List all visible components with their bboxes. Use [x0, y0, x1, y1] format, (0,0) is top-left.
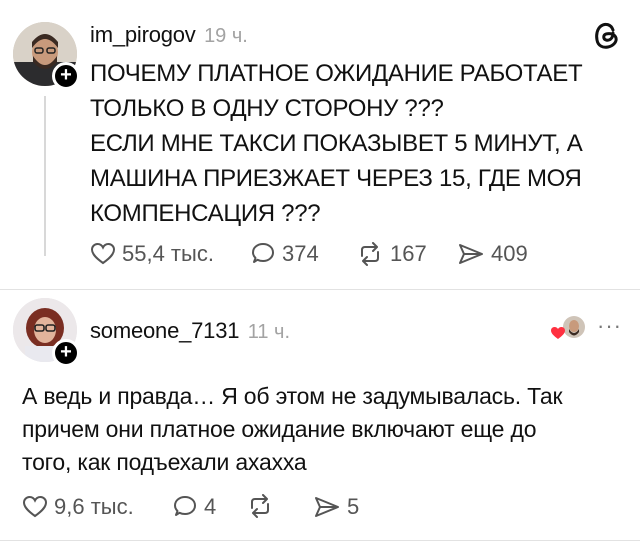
- post-text-line: ПОЧЕМУ ПЛАТНОЕ ОЖИДАНИЕ РАБОТАЕТ: [90, 60, 583, 87]
- post-shares-count: 409: [491, 241, 528, 266]
- post-comments-count: 374: [282, 241, 319, 266]
- post-divider: [0, 289, 640, 290]
- reply-divider: [0, 540, 640, 541]
- reply-comment-button[interactable]: 4: [172, 494, 216, 520]
- repost-icon: [361, 242, 379, 266]
- post-likes-count: 55,4 тыс.: [122, 241, 214, 266]
- post-text: ПОЧЕМУ ПЛАТНОЕ ОЖИДАНИЕ РАБОТАЕТ ТОЛЬКО …: [90, 56, 620, 231]
- post-username[interactable]: im_pirogov: [90, 22, 196, 47]
- reply-shares-count: 5: [347, 494, 360, 519]
- post-text-line: ТОЛЬКО В ОДНУ СТОРОНУ ???: [90, 95, 444, 122]
- post-text-line: ЕСЛИ МНЕ ТАКСИ ПОКАЗЫВЕТ 5 МИНУТ, А: [90, 130, 583, 157]
- reply-comments-count: 4: [204, 494, 217, 519]
- post-comment-button[interactable]: 374: [250, 241, 319, 267]
- reply-header: someone_7131 11 ч.: [90, 318, 290, 344]
- heart-with-avatar-icon: [550, 315, 586, 348]
- threads-logo-icon[interactable]: [593, 20, 621, 55]
- reply-text: А ведь и правда… Я об этом не задумывала…: [22, 380, 622, 479]
- post-text-line: МАШИНА ПРИЕЗЖАЕТ ЧЕРЕЗ 15, ГДЕ МОЯ: [90, 165, 582, 192]
- send-icon: [315, 497, 339, 517]
- post-header: im_pirogov 19 ч.: [90, 22, 248, 48]
- post-reposts-count: 167: [390, 241, 427, 266]
- more-options-button[interactable]: ···: [597, 313, 622, 339]
- reply-like-button[interactable]: 9,6 тыс.: [22, 494, 134, 520]
- reply-text-line: причем они платное ожидание включают еще…: [22, 416, 537, 442]
- reply-likes-count: 9,6 тыс.: [54, 494, 134, 519]
- follow-plus-button[interactable]: +: [52, 62, 80, 90]
- reply-time: 11 ч.: [247, 321, 291, 343]
- post-like-button[interactable]: 55,4 тыс.: [90, 241, 214, 267]
- post-share-button[interactable]: 409: [457, 241, 528, 267]
- post-text-line: КОМПЕНСАЦИЯ ???: [90, 200, 321, 227]
- reply-repost-button[interactable]: [246, 494, 280, 518]
- reply-text-line: того, как подъехали ахахха: [22, 449, 307, 475]
- reply-text-line: А ведь и правда… Я об этом не задумывала…: [22, 383, 563, 409]
- heart-icon: [90, 242, 116, 265]
- reply-share-button[interactable]: 5: [313, 494, 359, 520]
- send-icon: [459, 244, 483, 264]
- post-repost-button[interactable]: 167: [356, 241, 427, 267]
- comment-icon: [174, 496, 196, 516]
- follow-plus-button[interactable]: +: [52, 339, 80, 367]
- reply-username[interactable]: someone_7131: [90, 318, 239, 343]
- repost-icon: [251, 494, 269, 518]
- heart-icon: [22, 495, 48, 518]
- thread-line: [44, 96, 46, 256]
- post-time: 19 ч.: [204, 25, 248, 47]
- comment-icon: [252, 243, 274, 263]
